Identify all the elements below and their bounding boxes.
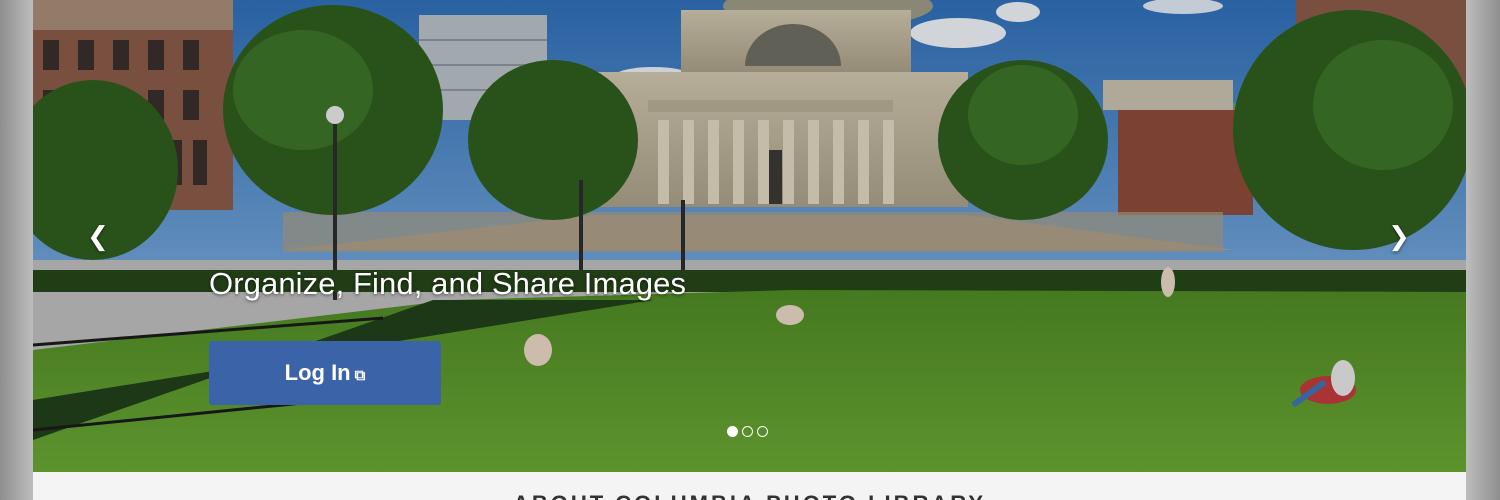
carousel-next-icon[interactable]: ❯ — [1384, 222, 1414, 252]
hero-carousel: ❮ ❯ Organize, Find, and Share Images Log… — [33, 0, 1466, 472]
login-button-label: Log In — [284, 360, 351, 385]
about-heading: ABOUT COLUMBIA PHOTO LIBRARY — [33, 491, 1466, 500]
login-button[interactable]: Log In ⧉ — [209, 341, 441, 405]
carousel-indicator-3[interactable] — [757, 426, 768, 437]
carousel-indicator-2[interactable] — [742, 426, 753, 437]
carousel-indicators — [727, 426, 768, 437]
carousel-prev-icon[interactable]: ❮ — [83, 222, 113, 252]
external-link-icon: ⧉ — [354, 365, 366, 384]
hero-tagline: Organize, Find, and Share Images — [209, 266, 687, 301]
carousel-indicator-1[interactable] — [727, 426, 738, 437]
about-section: ABOUT COLUMBIA PHOTO LIBRARY — [33, 472, 1466, 500]
